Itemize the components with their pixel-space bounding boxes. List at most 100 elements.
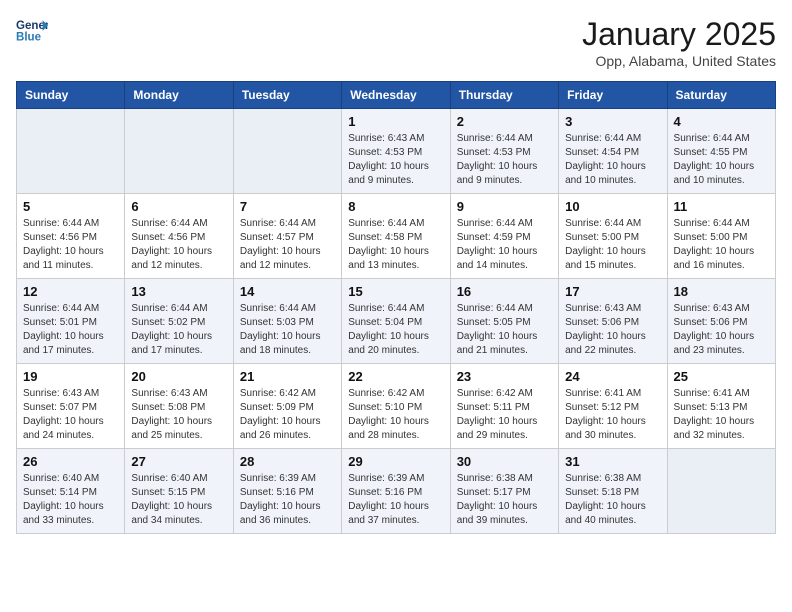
- day-number: 22: [348, 369, 443, 384]
- calendar-cell: 4 Sunrise: 6:44 AM Sunset: 4:55 PM Daylig…: [667, 109, 775, 194]
- calendar-cell: [17, 109, 125, 194]
- calendar-cell: 24Sunrise: 6:41 AM Sunset: 5:12 PM Dayli…: [559, 364, 667, 449]
- day-info: Sunrise: 6:38 AM Sunset: 5:17 PM Dayligh…: [457, 472, 552, 528]
- day-info: Sunrise: 6:44 AM Sunset: 4:53 PM Dayligh…: [457, 132, 552, 188]
- day-number: 26: [23, 454, 118, 469]
- calendar-cell: 1Sunrise: 6:43 AM Sunset: 4:53 PM Daylig…: [342, 109, 450, 194]
- logo: General Blue: [16, 16, 52, 44]
- calendar-cell: 2 Sunrise: 6:44 AM Sunset: 4:53 PM Daylig…: [450, 109, 558, 194]
- calendar-cell: 26 Sunrise: 6:40 AM Sunset: 5:14 PM Dayli…: [17, 449, 125, 534]
- day-info: Sunrise: 6:44 AM Sunset: 5:03 PM Dayligh…: [240, 302, 335, 358]
- day-number: 19: [23, 369, 118, 384]
- page-header: General Blue January 2025 Opp, Alabama, …: [16, 16, 776, 69]
- calendar-cell: [667, 449, 775, 534]
- svg-text:Blue: Blue: [16, 32, 42, 44]
- day-info: Sunrise: 6:43 AM Sunset: 5:07 PM Dayligh…: [23, 387, 118, 443]
- calendar-week-row: 1Sunrise: 6:43 AM Sunset: 4:53 PM Daylig…: [17, 109, 776, 194]
- calendar-week-row: 19 Sunrise: 6:43 AM Sunset: 5:07 PM Dayli…: [17, 364, 776, 449]
- day-number: 27: [131, 454, 226, 469]
- day-info: Sunrise: 6:44 AM Sunset: 4:56 PM Dayligh…: [131, 217, 226, 273]
- day-info: Sunrise: 6:44 AM Sunset: 4:59 PM Dayligh…: [457, 217, 552, 273]
- day-info: Sunrise: 6:41 AM Sunset: 5:13 PM Dayligh…: [674, 387, 769, 443]
- day-number: 21: [240, 369, 335, 384]
- calendar-cell: 19 Sunrise: 6:43 AM Sunset: 5:07 PM Dayli…: [17, 364, 125, 449]
- calendar-week-row: 5Sunrise: 6:44 AM Sunset: 4:56 PM Daylig…: [17, 194, 776, 279]
- day-number: 18: [674, 284, 769, 299]
- calendar-cell: [233, 109, 341, 194]
- day-info: Sunrise: 6:44 AM Sunset: 4:56 PM Dayligh…: [23, 217, 118, 273]
- day-info: Sunrise: 6:44 AM Sunset: 4:58 PM Dayligh…: [348, 217, 443, 273]
- calendar-cell: 27Sunrise: 6:40 AM Sunset: 5:15 PM Dayli…: [125, 449, 233, 534]
- day-number: 6: [131, 199, 226, 214]
- calendar-cell: 30 Sunrise: 6:38 AM Sunset: 5:17 PM Dayli…: [450, 449, 558, 534]
- weekday-header-saturday: Saturday: [667, 82, 775, 109]
- calendar-cell: 25 Sunrise: 6:41 AM Sunset: 5:13 PM Dayli…: [667, 364, 775, 449]
- calendar-cell: 10 Sunrise: 6:44 AM Sunset: 5:00 PM Dayli…: [559, 194, 667, 279]
- day-info: Sunrise: 6:44 AM Sunset: 5:01 PM Dayligh…: [23, 302, 118, 358]
- day-number: 8: [348, 199, 443, 214]
- calendar-cell: 9 Sunrise: 6:44 AM Sunset: 4:59 PM Daylig…: [450, 194, 558, 279]
- day-number: 17: [565, 284, 660, 299]
- weekday-header-thursday: Thursday: [450, 82, 558, 109]
- day-info: Sunrise: 6:43 AM Sunset: 5:06 PM Dayligh…: [565, 302, 660, 358]
- title-block: January 2025 Opp, Alabama, United States: [582, 16, 776, 69]
- day-number: 25: [674, 369, 769, 384]
- weekday-header-wednesday: Wednesday: [342, 82, 450, 109]
- day-number: 11: [674, 199, 769, 214]
- day-info: Sunrise: 6:39 AM Sunset: 5:16 PM Dayligh…: [240, 472, 335, 528]
- day-number: 20: [131, 369, 226, 384]
- calendar-cell: 3Sunrise: 6:44 AM Sunset: 4:54 PM Daylig…: [559, 109, 667, 194]
- day-number: 23: [457, 369, 552, 384]
- weekday-header-row: SundayMondayTuesdayWednesdayThursdayFrid…: [17, 82, 776, 109]
- weekday-header-sunday: Sunday: [17, 82, 125, 109]
- day-info: Sunrise: 6:40 AM Sunset: 5:14 PM Dayligh…: [23, 472, 118, 528]
- calendar-cell: 11 Sunrise: 6:44 AM Sunset: 5:00 PM Dayli…: [667, 194, 775, 279]
- day-number: 28: [240, 454, 335, 469]
- calendar-cell: 23 Sunrise: 6:42 AM Sunset: 5:11 PM Dayli…: [450, 364, 558, 449]
- day-number: 2: [457, 114, 552, 129]
- day-number: 29: [348, 454, 443, 469]
- weekday-header-friday: Friday: [559, 82, 667, 109]
- day-info: Sunrise: 6:42 AM Sunset: 5:11 PM Dayligh…: [457, 387, 552, 443]
- calendar-cell: 14 Sunrise: 6:44 AM Sunset: 5:03 PM Dayli…: [233, 279, 341, 364]
- day-info: Sunrise: 6:44 AM Sunset: 5:04 PM Dayligh…: [348, 302, 443, 358]
- logo-icon: General Blue: [16, 16, 48, 44]
- day-info: Sunrise: 6:42 AM Sunset: 5:10 PM Dayligh…: [348, 387, 443, 443]
- day-info: Sunrise: 6:44 AM Sunset: 5:05 PM Dayligh…: [457, 302, 552, 358]
- calendar-week-row: 26 Sunrise: 6:40 AM Sunset: 5:14 PM Dayli…: [17, 449, 776, 534]
- day-info: Sunrise: 6:43 AM Sunset: 5:08 PM Dayligh…: [131, 387, 226, 443]
- day-info: Sunrise: 6:44 AM Sunset: 5:02 PM Dayligh…: [131, 302, 226, 358]
- day-number: 10: [565, 199, 660, 214]
- day-number: 30: [457, 454, 552, 469]
- day-number: 12: [23, 284, 118, 299]
- calendar-cell: 13 Sunrise: 6:44 AM Sunset: 5:02 PM Dayli…: [125, 279, 233, 364]
- calendar-cell: 15 Sunrise: 6:44 AM Sunset: 5:04 PM Dayli…: [342, 279, 450, 364]
- day-number: 4: [674, 114, 769, 129]
- day-number: 3: [565, 114, 660, 129]
- day-number: 7: [240, 199, 335, 214]
- day-number: 14: [240, 284, 335, 299]
- day-number: 15: [348, 284, 443, 299]
- calendar-cell: 21 Sunrise: 6:42 AM Sunset: 5:09 PM Dayli…: [233, 364, 341, 449]
- calendar-cell: 20 Sunrise: 6:43 AM Sunset: 5:08 PM Dayli…: [125, 364, 233, 449]
- calendar-cell: 7 Sunrise: 6:44 AM Sunset: 4:57 PM Daylig…: [233, 194, 341, 279]
- day-info: Sunrise: 6:44 AM Sunset: 5:00 PM Dayligh…: [565, 217, 660, 273]
- day-number: 13: [131, 284, 226, 299]
- day-info: Sunrise: 6:44 AM Sunset: 5:00 PM Dayligh…: [674, 217, 769, 273]
- calendar-cell: 17 Sunrise: 6:43 AM Sunset: 5:06 PM Dayli…: [559, 279, 667, 364]
- day-number: 31: [565, 454, 660, 469]
- day-info: Sunrise: 6:42 AM Sunset: 5:09 PM Dayligh…: [240, 387, 335, 443]
- calendar-cell: [125, 109, 233, 194]
- weekday-header-monday: Monday: [125, 82, 233, 109]
- calendar-cell: 8 Sunrise: 6:44 AM Sunset: 4:58 PM Daylig…: [342, 194, 450, 279]
- calendar-cell: 18 Sunrise: 6:43 AM Sunset: 5:06 PM Dayli…: [667, 279, 775, 364]
- day-info: Sunrise: 6:43 AM Sunset: 5:06 PM Dayligh…: [674, 302, 769, 358]
- calendar-table: SundayMondayTuesdayWednesdayThursdayFrid…: [16, 81, 776, 534]
- day-info: Sunrise: 6:44 AM Sunset: 4:55 PM Dayligh…: [674, 132, 769, 188]
- day-number: 9: [457, 199, 552, 214]
- calendar-cell: 16 Sunrise: 6:44 AM Sunset: 5:05 PM Dayli…: [450, 279, 558, 364]
- calendar-cell: 6 Sunrise: 6:44 AM Sunset: 4:56 PM Daylig…: [125, 194, 233, 279]
- day-info: Sunrise: 6:43 AM Sunset: 4:53 PM Dayligh…: [348, 132, 443, 188]
- day-number: 16: [457, 284, 552, 299]
- day-info: Sunrise: 6:44 AM Sunset: 4:57 PM Dayligh…: [240, 217, 335, 273]
